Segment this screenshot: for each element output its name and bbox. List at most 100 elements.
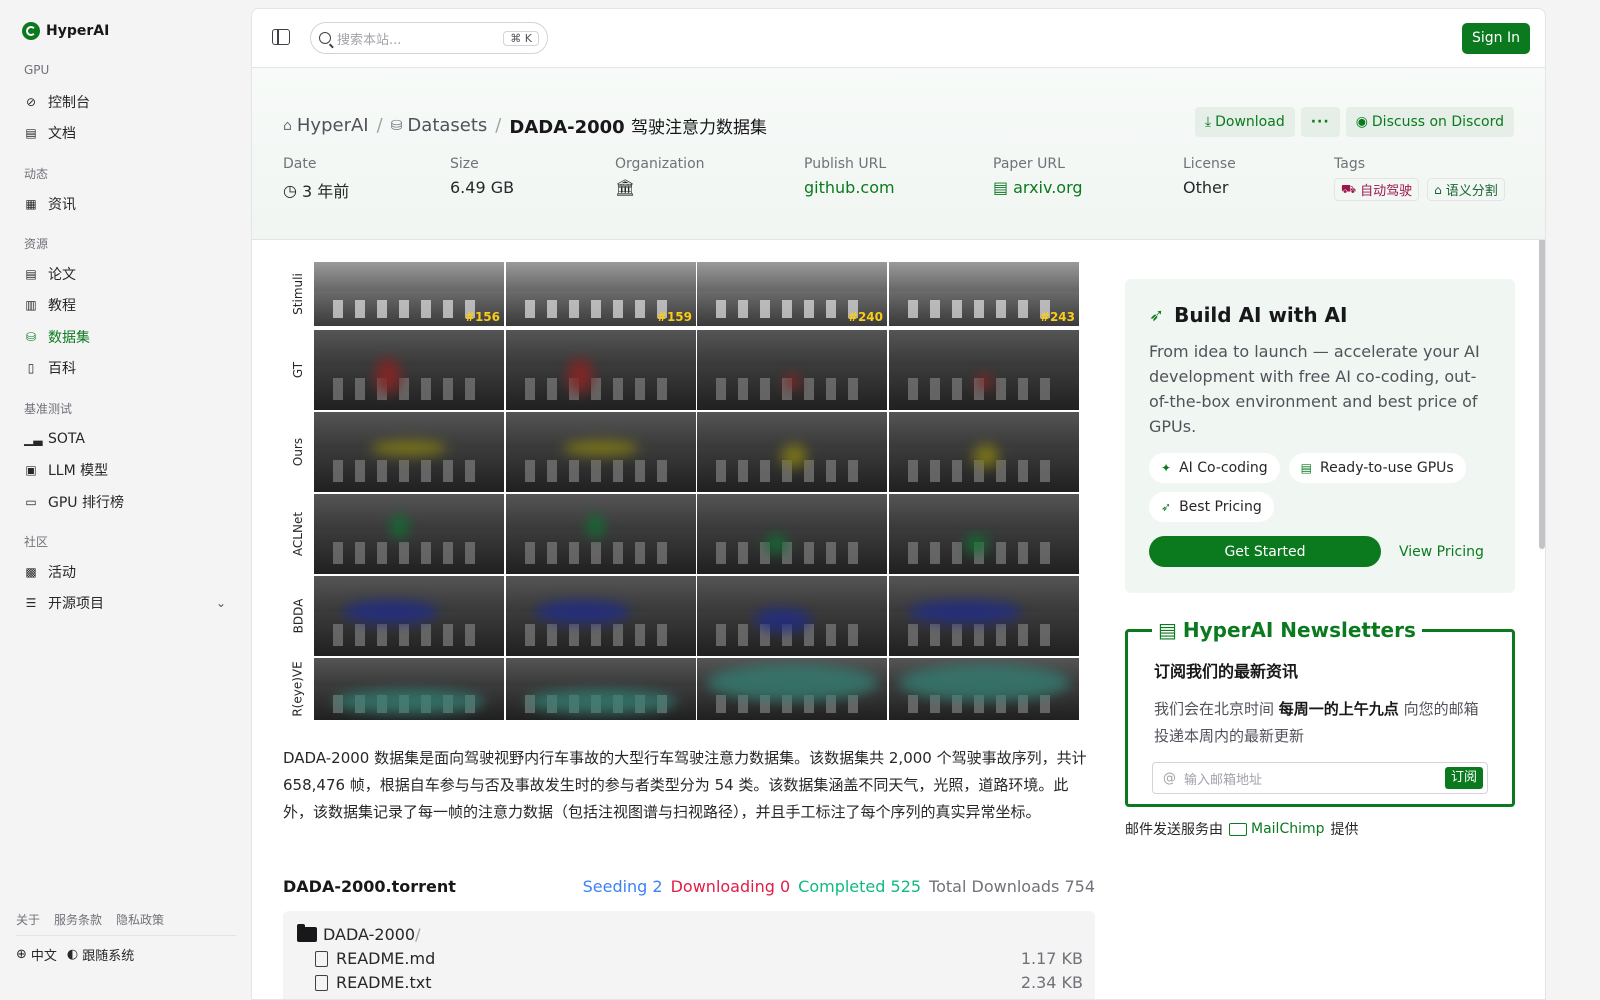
frame-number: #243 bbox=[1039, 310, 1075, 324]
publish-url-link[interactable]: github.com bbox=[804, 178, 895, 197]
sidebar-item-sota[interactable]: ▁▃ SOTA bbox=[24, 426, 234, 452]
download-icon: ⤓ bbox=[1204, 114, 1212, 130]
figure-row-label: ACLNet bbox=[283, 494, 313, 574]
saliency-heat bbox=[784, 374, 800, 390]
meta-value: 🏛 bbox=[615, 178, 705, 197]
figure-row-label-text: ACLNet bbox=[291, 511, 306, 557]
sidebar-item-label: 文档 bbox=[48, 126, 76, 142]
wiki-icon: ▯ bbox=[27, 361, 35, 375]
torrent-header: DADA-2000.torrent Seeding 2 Downloading … bbox=[283, 877, 1095, 896]
figure-cell bbox=[697, 494, 887, 574]
sidebar-item-console[interactable]: ⊘ 控制台 bbox=[24, 89, 234, 115]
file-row[interactable]: README.txt 2.34 KB bbox=[297, 973, 1083, 992]
saliency-heat bbox=[976, 374, 992, 390]
meta-label: License bbox=[1183, 156, 1236, 172]
figure-cell bbox=[506, 658, 696, 720]
file-name: README.md bbox=[336, 949, 436, 968]
meta-label: Date bbox=[283, 156, 317, 172]
document-icon: ▤ bbox=[993, 178, 1009, 197]
figure-row-label-text: R(eye)VE bbox=[291, 661, 306, 717]
saliency-heat bbox=[972, 444, 1000, 468]
nav-section-gpu: GPU bbox=[24, 63, 50, 77]
search-input[interactable]: 搜索本站... ⌘ K bbox=[310, 22, 548, 54]
newsletter-title: ▤ HyperAI Newsletters bbox=[1152, 618, 1422, 642]
figure-sky bbox=[314, 262, 504, 291]
sign-in-button[interactable]: Sign In bbox=[1462, 23, 1530, 54]
breadcrumb-home[interactable]: ⌂ HyperAI bbox=[283, 115, 369, 136]
meta-size: Size 6.49 GB bbox=[450, 156, 514, 197]
folder-icon bbox=[297, 924, 317, 942]
sidebar-toggle-icon[interactable] bbox=[272, 29, 290, 45]
theme-switch[interactable]: ◐ 跟随系统 bbox=[67, 945, 134, 964]
pill-gpus[interactable]: ▤ Ready-to-use GPUs bbox=[1288, 453, 1466, 483]
figure-cell bbox=[506, 576, 696, 656]
sidebar-item-docs[interactable]: ▤ 文档 bbox=[24, 120, 234, 146]
meta-value: ◷ 3 年前 bbox=[283, 178, 349, 202]
sidebar-item-open-source[interactable]: ☰ 开源项目 ⌄ bbox=[24, 590, 234, 616]
language-switch[interactable]: ⊕ 中文 bbox=[16, 945, 57, 964]
about-link[interactable]: 关于 bbox=[16, 911, 40, 928]
nav-section-resources: 资源 bbox=[24, 237, 49, 251]
pill-ai-coding[interactable]: ✦ AI Co-coding bbox=[1149, 453, 1280, 483]
subscribe-button[interactable]: 订阅 bbox=[1444, 767, 1483, 789]
tag-autonomous-driving[interactable]: ⛟ 自动驾驶 bbox=[1334, 178, 1420, 201]
pill-label: Best Pricing bbox=[1179, 499, 1262, 515]
privacy-link[interactable]: 隐私政策 bbox=[116, 911, 164, 928]
figure-sky bbox=[314, 330, 504, 366]
file-row[interactable]: README.md 1.17 KB bbox=[297, 949, 1083, 968]
breadcrumb-datasets[interactable]: ⛁ Datasets bbox=[391, 115, 488, 136]
brand[interactable]: HyperAI bbox=[22, 22, 109, 40]
figure-cell bbox=[697, 412, 887, 492]
torrent-stats: Seeding 2 Downloading 0 Completed 525 To… bbox=[583, 877, 1095, 896]
figure-row-label-text: GT bbox=[290, 361, 305, 379]
get-started-button[interactable]: Get Started bbox=[1149, 536, 1381, 567]
figure-cell: #159 bbox=[506, 262, 696, 326]
monitor-icon: ▭ bbox=[25, 495, 37, 509]
sidebar-item-datasets[interactable]: ⛁ 数据集 bbox=[24, 324, 234, 350]
chevron-down-icon[interactable]: ⌄ bbox=[216, 596, 226, 610]
home-icon: ⌂ bbox=[283, 117, 292, 134]
meta-publish-url: Publish URL github.com bbox=[804, 156, 895, 197]
mailchimp-link[interactable]: MailChimp bbox=[1229, 821, 1325, 837]
tag-list: ⛟ 自动驾驶 ⌂ 语义分割 bbox=[1334, 178, 1505, 201]
sidebar-item-gpu-ranking[interactable]: ▭ GPU 排行榜 bbox=[24, 489, 234, 515]
pill-pricing[interactable]: ➶ Best Pricing bbox=[1149, 492, 1274, 522]
database-icon: ⛁ bbox=[390, 117, 403, 134]
sidebar-item-papers[interactable]: ▤ 论文 bbox=[24, 261, 234, 287]
folder-row[interactable]: DADA-2000/ bbox=[297, 924, 1083, 944]
at-icon: @ bbox=[1163, 770, 1176, 786]
path-separator: / bbox=[415, 925, 421, 944]
figure-sky bbox=[889, 494, 1079, 530]
tag-label: 自动驾驶 bbox=[1360, 184, 1413, 199]
sidebar-item-label: 开源项目 bbox=[48, 596, 104, 612]
sidebar-item-llm[interactable]: ▣ LLM 模型 bbox=[24, 457, 234, 483]
sidebar-item-tutorials[interactable]: ▥ 教程 bbox=[24, 292, 234, 318]
paper-url-link[interactable]: ▤ arxiv.org bbox=[993, 178, 1083, 197]
view-pricing-link[interactable]: View Pricing bbox=[1399, 544, 1484, 560]
figure-stripes bbox=[525, 542, 677, 565]
discord-label: Discuss on Discord bbox=[1371, 114, 1504, 130]
news-icon: ▦ bbox=[25, 197, 37, 211]
discord-button[interactable]: ◉ Discuss on Discord bbox=[1345, 107, 1514, 137]
tag-semantic-segmentation[interactable]: ⌂ 语义分割 bbox=[1427, 178, 1505, 201]
sidebar-item-events[interactable]: ▩ 活动 bbox=[24, 559, 234, 585]
sidebar-item-news[interactable]: ▦ 资讯 bbox=[24, 191, 234, 217]
more-button[interactable]: ··· bbox=[1300, 107, 1340, 137]
saliency-heat bbox=[706, 664, 878, 702]
mail-icon bbox=[1229, 822, 1247, 836]
pill-label: Ready-to-use GPUs bbox=[1320, 460, 1454, 476]
figure-stripes bbox=[525, 624, 677, 647]
figure-cell bbox=[889, 494, 1079, 574]
newsletter-text-bold: 每周一的上午九点 bbox=[1278, 700, 1399, 718]
email-field[interactable]: @ 输入邮箱地址 订阅 bbox=[1152, 762, 1488, 794]
download-button[interactable]: ⤓ Download bbox=[1194, 107, 1295, 137]
terms-link[interactable]: 服务条款 bbox=[54, 911, 102, 928]
figure-sky bbox=[889, 330, 1079, 366]
newspaper-icon: ▤ bbox=[1158, 618, 1177, 642]
sidebar-item-wiki[interactable]: ▯ 百科 bbox=[24, 355, 234, 381]
total-downloads: Total Downloads 754 bbox=[929, 877, 1095, 896]
sidebar-item-label: 论文 bbox=[48, 267, 76, 283]
figure-row-label: Ours bbox=[283, 412, 313, 492]
meta-label: Organization bbox=[615, 156, 705, 172]
figure-cell bbox=[889, 412, 1079, 492]
